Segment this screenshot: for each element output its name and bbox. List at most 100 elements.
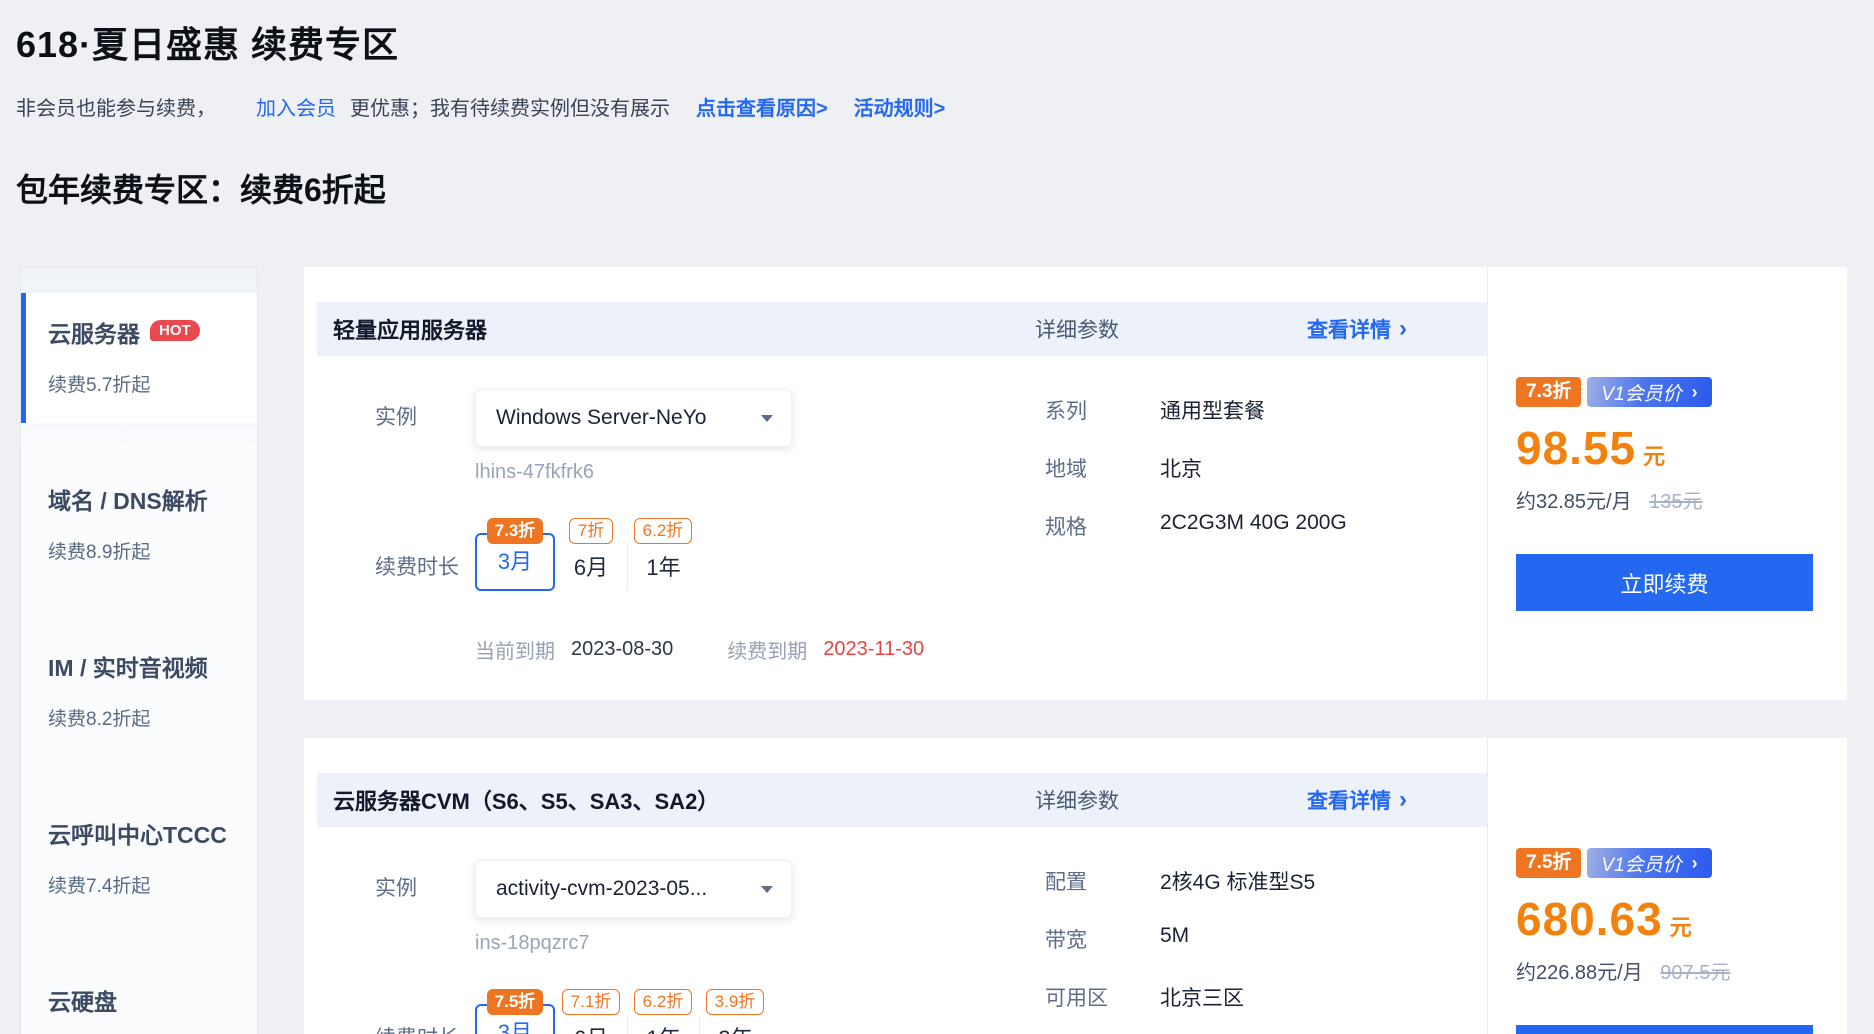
spec-value: 北京 (1160, 453, 1202, 483)
instance-row: 实例 activity-cvm-2023-05... (317, 860, 1045, 918)
sidebar-item-title: 域名 / DNS解析 (48, 482, 245, 516)
renew-now-button[interactable]: 立即续费 (1516, 1025, 1813, 1034)
duration-option-6m[interactable]: 7折 6月 (555, 518, 627, 591)
member-price-badge[interactable]: V1会员价 › (1587, 848, 1711, 878)
sidebar-item-dns[interactable]: 域名 / DNS解析 续费8.9折起 (21, 460, 257, 590)
instance-id: ins-18pqzrc7 (475, 932, 1045, 955)
discount-badge: 6.2折 (634, 518, 693, 544)
discount-badge: 7折 (569, 518, 613, 544)
chevron-right-icon: › (1399, 786, 1407, 814)
card-body: 实例 Windows Server-NeYo lhins-47fkfrk6 续费… (304, 356, 1487, 700)
duration-option-1y[interactable]: 6.2折 1年 (627, 518, 699, 591)
price-discount-badge: 7.3折 (1516, 377, 1581, 407)
chevron-right-icon: › (1399, 315, 1407, 343)
sidebar-item-label: IM / 实时音视频 (48, 649, 208, 683)
member-price-badge[interactable]: V1会员价 › (1587, 377, 1711, 407)
price-original: 135元 (1649, 491, 1702, 513)
view-reason-link[interactable]: 点击查看原因> (696, 92, 828, 121)
instance-row: 实例 Windows Server-NeYo (317, 389, 1045, 447)
duration-option-3y[interactable]: 3.9折 3年 (699, 989, 771, 1034)
spec-column: 配置 2核4G 标准型S5 带宽 5M 可用区 北京三区 (1045, 860, 1487, 1034)
card-body: 实例 activity-cvm-2023-05... ins-18pqzrc7 … (304, 827, 1487, 1034)
spec-label: 带宽 (1045, 924, 1160, 954)
duration-tab: 6月 (555, 544, 627, 591)
spec-value: 5M (1160, 924, 1189, 954)
duration-tab: 6月 (555, 1015, 627, 1034)
params-header: 详细参数 (1035, 785, 1307, 815)
view-detail-link[interactable]: 查看详情 › (1307, 785, 1407, 815)
member-price-label: V1会员价 (1601, 379, 1681, 406)
view-detail-label: 查看详情 (1307, 785, 1391, 815)
duration-row: 续费时长 7.3折 3月 7折 6月 (317, 518, 1045, 591)
sidebar-item-label: 域名 / DNS解析 (48, 482, 208, 516)
instance-select-value: activity-cvm-2023-05... (496, 877, 707, 901)
sidebar-item-im-trtc[interactable]: IM / 实时音视频 续费8.2折起 (21, 627, 257, 757)
price-amount: 680.63 (1516, 892, 1663, 946)
hot-badge: HOT (150, 320, 200, 341)
section-title: 包年续费专区：续费6折起 (16, 165, 1874, 211)
sidebar-item-label: 云服务器 (48, 315, 140, 349)
sidebar-item-label: 云硬盘 (48, 983, 117, 1017)
sidebar-item-subtitle: 续费5.7折起 (48, 370, 245, 397)
spec-column: 系列 通用型套餐 地域 北京 规格 2C2G3M 40G 200G (1045, 389, 1487, 664)
expiry-row: 当前到期 2023-08-30 续费到期 2023-11-30 (475, 635, 1045, 664)
intro-text-2: 更优惠；我有待续费实例但没有展示 (350, 92, 670, 121)
spec-row: 带宽 5M (1045, 924, 1487, 954)
category-sidebar: 云服务器 HOT 续费5.7折起 域名 / DNS解析 续费8.9折起 IM /… (20, 267, 258, 1034)
instance-select[interactable]: Windows Server-NeYo (475, 389, 792, 447)
duration-option-3m[interactable]: 7.5折 3月 (475, 989, 555, 1034)
card-header: 云服务器CVM（S6、S5、SA3、SA2） 详细参数 查看详情 › (317, 773, 1487, 827)
card-main: 云服务器CVM（S6、S5、SA3、SA2） 详细参数 查看详情 › 实例 (304, 738, 1487, 1034)
sidebar-item-cvm[interactable]: 云服务器 HOT 续费5.7折起 (21, 293, 257, 423)
spec-value: 2核4G 标准型S5 (1160, 866, 1315, 896)
product-card-lighthouse: 轻量应用服务器 详细参数 查看详情 › 实例 Windows (304, 267, 1847, 700)
spec-row: 地域 北京 (1045, 453, 1487, 483)
price-monthly: 约226.88元/月 (1516, 962, 1643, 984)
current-expiry-date: 2023-08-30 (571, 638, 673, 661)
duration-options: 7.5折 3月 7.1折 6月 6.2折 1年 (475, 989, 771, 1034)
page-subtitle: 非会员也能参与续费， 加入会员 更优惠；我有待续费实例但没有展示 点击查看原因>… (16, 92, 1874, 121)
form-column: 实例 Windows Server-NeYo lhins-47fkfrk6 续费… (317, 389, 1045, 664)
price-line: 98.55 元 (1516, 421, 1813, 475)
sidebar-item-label: 云呼叫中心TCCC (48, 816, 227, 850)
duration-row: 续费时长 7.5折 3月 7.1折 6月 (317, 989, 1045, 1034)
duration-option-1y[interactable]: 6.2折 1年 (627, 989, 699, 1034)
content-area: 云服务器 HOT 续费5.7折起 域名 / DNS解析 续费8.9折起 IM /… (16, 267, 1874, 1034)
spec-value: 2C2G3M 40G 200G (1160, 511, 1347, 541)
selected-indicator-bar (21, 293, 26, 423)
sidebar-item-subtitle: 续费7.4折起 (48, 871, 245, 898)
price-monthly: 约32.85元/月 (1516, 491, 1632, 513)
caret-down-icon (761, 415, 773, 422)
duration-label: 续费时长 (375, 518, 475, 591)
sidebar-item-tccc[interactable]: 云呼叫中心TCCC 续费7.4折起 (21, 794, 257, 924)
renew-expiry-label: 续费到期 (727, 635, 807, 664)
price-monthly-line: 约226.88元/月 907.5元 (1516, 956, 1813, 985)
discount-badge: 7.3折 (487, 518, 544, 544)
view-detail-label: 查看详情 (1307, 314, 1391, 344)
renew-expiry-date: 2023-11-30 (823, 638, 924, 661)
card-main: 轻量应用服务器 详细参数 查看详情 › 实例 Windows (304, 267, 1487, 700)
card-title: 云服务器CVM（S6、S5、SA3、SA2） (333, 784, 1035, 816)
spec-row: 系列 通用型套餐 (1045, 395, 1487, 425)
sidebar-item-title: 云硬盘 (48, 983, 245, 1017)
page-title: 618·夏日盛惠 续费专区 (16, 16, 1874, 68)
spec-label: 系列 (1045, 395, 1160, 425)
instance-label: 实例 (375, 389, 475, 447)
spec-value: 通用型套餐 (1160, 395, 1265, 425)
activity-rules-link[interactable]: 活动规则> (854, 92, 946, 121)
instance-label: 实例 (375, 860, 475, 918)
duration-label: 续费时长 (375, 989, 475, 1034)
product-card-list: 轻量应用服务器 详细参数 查看详情 › 实例 Windows (304, 267, 1847, 1034)
intro-text: 非会员也能参与续费， (16, 92, 216, 121)
join-member-link[interactable]: 加入会员 (256, 92, 336, 121)
instance-select[interactable]: activity-cvm-2023-05... (475, 860, 792, 918)
spec-label: 规格 (1045, 511, 1160, 541)
sidebar-item-cbs[interactable]: 云硬盘 续费3.5折起 (21, 961, 257, 1034)
view-detail-link[interactable]: 查看详情 › (1307, 314, 1407, 344)
price-monthly-line: 约32.85元/月 135元 (1516, 485, 1813, 514)
duration-tab: 1年 (627, 544, 699, 591)
duration-option-3m[interactable]: 7.3折 3月 (475, 518, 555, 591)
duration-option-6m[interactable]: 7.1折 6月 (555, 989, 627, 1034)
renew-now-button[interactable]: 立即续费 (1516, 554, 1813, 611)
duration-tab: 3年 (699, 1015, 771, 1034)
